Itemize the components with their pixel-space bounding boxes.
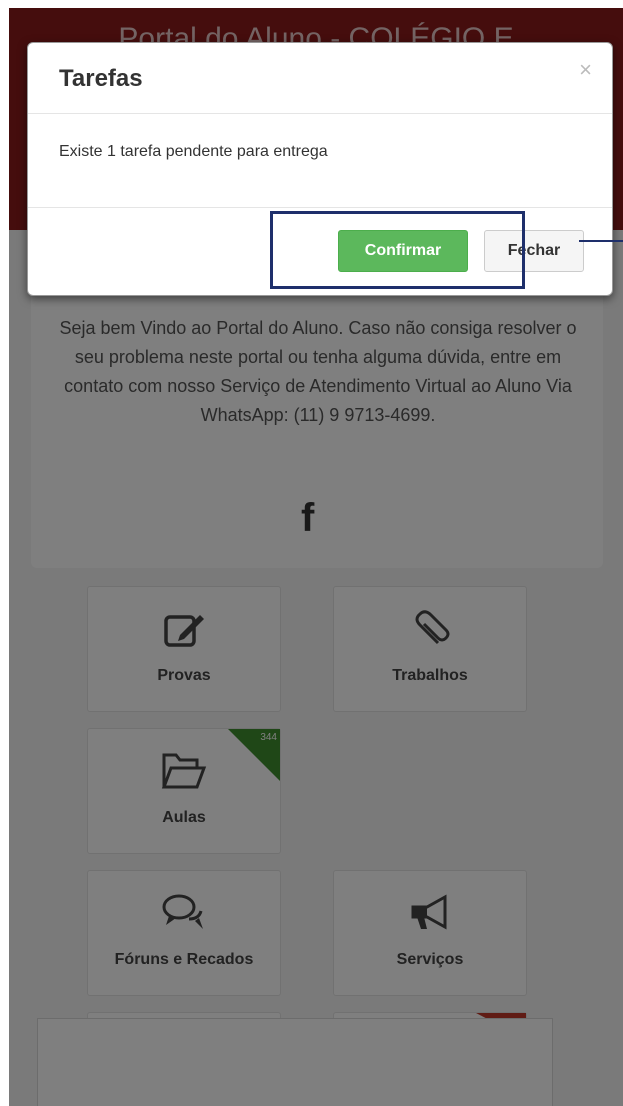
modal-header: Tarefas ×: [28, 43, 612, 114]
page-frame: Portal do Aluno - COLÉGIO E Seja bem Vin…: [9, 8, 623, 1106]
modal-title: Tarefas: [59, 65, 143, 92]
modal-message: Existe 1 tarefa pendente para entrega: [59, 143, 328, 160]
highlight-box: [270, 211, 525, 289]
close-icon[interactable]: ×: [579, 57, 592, 83]
highlight-line: [579, 240, 623, 242]
